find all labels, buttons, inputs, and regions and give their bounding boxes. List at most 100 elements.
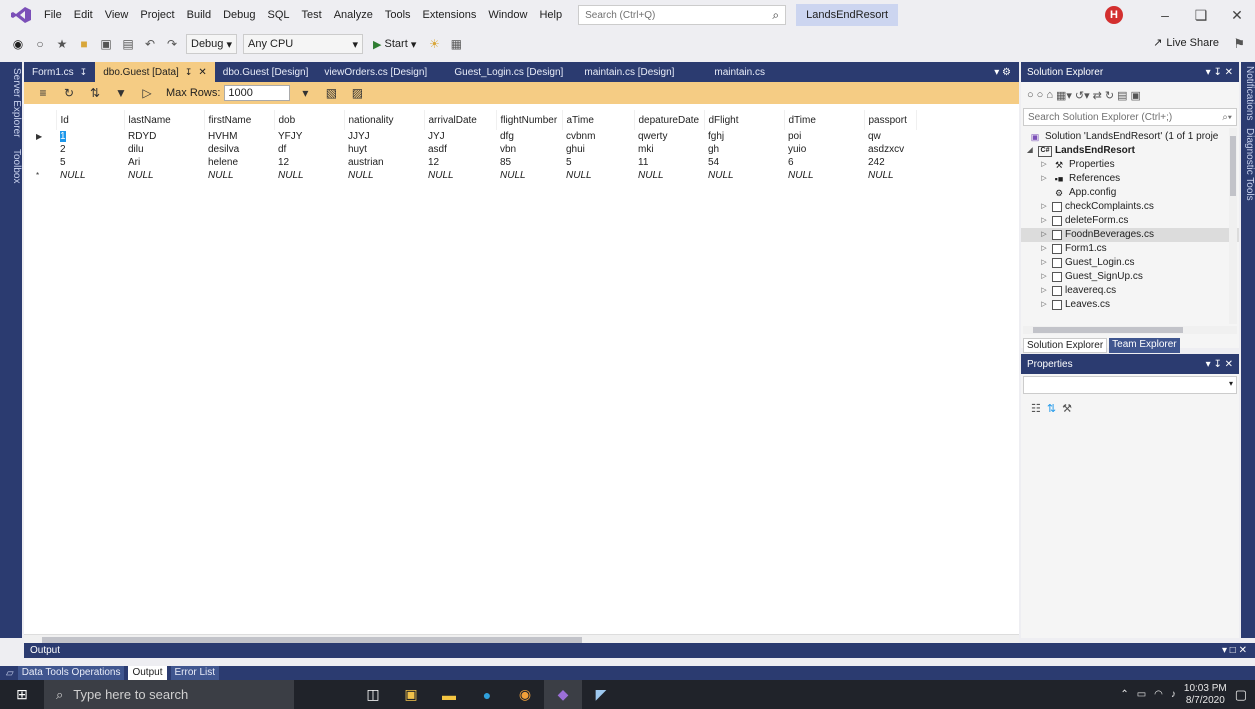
menu-item-project[interactable]: Project: [134, 0, 180, 30]
table-cell[interactable]: JYJ: [424, 130, 496, 143]
grid-corner-cell[interactable]: [32, 110, 57, 130]
feedback-icon[interactable]: ⚑: [1233, 36, 1245, 52]
collapsed-arrow-icon[interactable]: ▷: [1039, 172, 1049, 186]
table-cell[interactable]: RDYD: [124, 130, 204, 143]
table-row[interactable]: * NULL NULL NULL NULL NULL NULL NULL NULL NULL NUL…: [32, 169, 916, 182]
table-cell[interactable]: 6: [784, 156, 864, 169]
table-cell[interactable]: desilva: [204, 143, 274, 156]
solution-tree-hscrollbar[interactable]: [1023, 326, 1237, 334]
solution-explorer-search[interactable]: Search Solution Explorer (Ctrl+;) ⌕▾: [1023, 108, 1237, 126]
file-explorer-icon[interactable]: ▬: [430, 680, 468, 709]
table-cell[interactable]: helene: [204, 156, 274, 169]
chrome-icon[interactable]: ◉: [506, 680, 544, 709]
tree-item[interactable]: ▷ Guest_SignUp.cs: [1021, 270, 1239, 284]
solution-tree-scrollbar-thumb[interactable]: [1230, 136, 1236, 196]
restore-icon[interactable]: ❏: [1183, 7, 1219, 24]
row-header-cell[interactable]: *: [32, 169, 56, 182]
clock[interactable]: 10:03 PM 8/7/2020: [1184, 683, 1227, 707]
table-cell[interactable]: austrian: [344, 156, 424, 169]
categorized-icon[interactable]: ☷: [1031, 402, 1041, 415]
live-share-button[interactable]: ↗ Live Share: [1153, 36, 1219, 50]
table-cell[interactable]: NULL: [274, 169, 344, 182]
filter-icon[interactable]: ▼: [113, 85, 129, 101]
close-tab-icon[interactable]: ✕: [198, 67, 206, 78]
table-cell[interactable]: 5: [56, 156, 124, 169]
table-cell[interactable]: cvbnm: [562, 130, 634, 143]
column-header[interactable]: dob: [274, 110, 345, 130]
diagnostic-tools-tab[interactable]: Diagnostic Tools: [1241, 124, 1255, 205]
configuration-select[interactable]: Debug ▾: [186, 34, 237, 54]
table-cell[interactable]: NULL: [56, 169, 124, 182]
properties-object-select[interactable]: ▾: [1023, 376, 1237, 394]
volume-icon[interactable]: ♪: [1171, 689, 1176, 700]
table-cell[interactable]: 1: [56, 130, 124, 143]
browser-link-icon[interactable]: ▦: [448, 36, 464, 52]
properties-icon[interactable]: ▣: [1130, 89, 1140, 102]
edge-icon[interactable]: ●: [468, 680, 506, 709]
doc-tab[interactable]: Guest_Login.cs [Design]: [446, 62, 576, 82]
sync-icon[interactable]: ⇄: [1093, 89, 1102, 102]
pin-icon[interactable]: ↧: [80, 67, 88, 78]
alphabetical-icon[interactable]: ⇅: [1047, 402, 1056, 415]
table-cell[interactable]: NULL: [704, 169, 784, 182]
back-icon[interactable]: ◉: [10, 36, 26, 52]
table-cell[interactable]: huyt: [344, 143, 424, 156]
search-box[interactable]: Search (Ctrl+Q) ⌕: [578, 5, 787, 25]
table-cell[interactable]: YFJY: [274, 130, 344, 143]
table-cell[interactable]: mki: [634, 143, 704, 156]
server-explorer-tab[interactable]: Server Explorer: [0, 62, 22, 143]
collapsed-arrow-icon[interactable]: ▷: [1039, 298, 1049, 312]
table-cell[interactable]: df: [274, 143, 344, 156]
collapsed-arrow-icon[interactable]: ▷: [1039, 214, 1049, 228]
user-avatar[interactable]: H: [1105, 6, 1123, 24]
save-icon[interactable]: ▣: [98, 36, 114, 52]
data-tools-operations-tab[interactable]: Data Tools Operations: [17, 666, 125, 680]
tab-overflow-icon[interactable]: ▾ ⚙: [986, 62, 1019, 82]
tree-item[interactable]: ▷ Guest_Login.cs: [1021, 256, 1239, 270]
doc-tab[interactable]: Form1.cs ↧: [24, 62, 95, 82]
table-cell[interactable]: 54: [704, 156, 784, 169]
error-list-tab[interactable]: Error List: [170, 666, 220, 680]
table-cell[interactable]: gh: [704, 143, 784, 156]
table-cell[interactable]: NULL: [124, 169, 204, 182]
undo-icon[interactable]: ↶: [142, 36, 158, 52]
menu-item-tools[interactable]: Tools: [379, 0, 417, 30]
table-cell[interactable]: HVHM: [204, 130, 274, 143]
tree-item[interactable]: ▷ ⚒ Properties: [1021, 158, 1239, 172]
menu-item-window[interactable]: Window: [482, 0, 533, 30]
new-project-icon[interactable]: ★: [54, 36, 70, 52]
collapsed-arrow-icon[interactable]: ▷: [1039, 200, 1049, 214]
minimize-icon[interactable]: –: [1147, 7, 1183, 23]
menu-item-analyze[interactable]: Analyze: [328, 0, 379, 30]
menu-item-build[interactable]: Build: [181, 0, 217, 30]
row-header-cell[interactable]: ▶: [32, 130, 56, 143]
output-panel-controls-icon[interactable]: ▾ □ ✕: [1222, 643, 1247, 658]
task-view-icon[interactable]: ◫: [354, 680, 392, 709]
property-pages-icon[interactable]: ⚒: [1062, 402, 1072, 415]
menu-item-help[interactable]: Help: [533, 0, 568, 30]
back-icon[interactable]: ○: [1027, 89, 1034, 101]
column-header[interactable]: Id: [56, 110, 125, 130]
doc-tab[interactable]: dbo.Guest [Data] ↧ ✕: [95, 62, 215, 82]
stop-icon[interactable]: ▷: [139, 85, 155, 101]
table-cell[interactable]: 85: [496, 156, 562, 169]
table-cell[interactable]: NULL: [634, 169, 704, 182]
table-cell[interactable]: NULL: [562, 169, 634, 182]
tree-item[interactable]: ▷ checkComplaints.cs: [1021, 200, 1239, 214]
refresh-icon[interactable]: ↻: [1105, 89, 1114, 102]
table-cell[interactable]: JJYJ: [344, 130, 424, 143]
pane-controls-icon[interactable]: ▾ ↧ ✕: [1206, 67, 1233, 78]
switch-views-icon[interactable]: ▦▾: [1056, 89, 1072, 102]
table-cell[interactable]: dilu: [124, 143, 204, 156]
sort-icon[interactable]: ⇅: [87, 85, 103, 101]
collapsed-arrow-icon[interactable]: ▷: [1039, 256, 1049, 270]
table-cell[interactable]: NULL: [864, 169, 916, 182]
tree-item[interactable]: ▷ Form1.cs: [1021, 242, 1239, 256]
row-header-cell[interactable]: [32, 156, 56, 169]
collapsed-arrow-icon[interactable]: ▷: [1039, 158, 1049, 172]
table-cell[interactable]: asdzxcv: [864, 143, 916, 156]
table-row[interactable]: 2 dilu desilva df huyt asdf vbn ghui mki gh yuio as…: [32, 143, 916, 156]
table-cell[interactable]: 5: [562, 156, 634, 169]
table-cell[interactable]: qwerty: [634, 130, 704, 143]
doc-tab[interactable]: maintain.cs [Design]: [576, 62, 706, 82]
